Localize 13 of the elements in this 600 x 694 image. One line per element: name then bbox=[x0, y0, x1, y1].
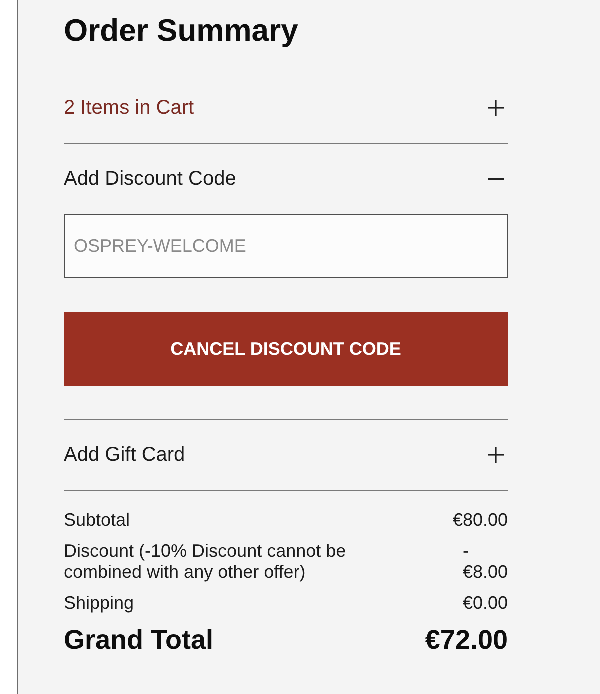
total-label: Discount (-10% Discount cannot be combined with any other offer) bbox=[64, 541, 348, 583]
section-toggle[interactable]: 2 Items in Cart bbox=[64, 73, 508, 143]
total-value: €80.00 bbox=[452, 510, 508, 531]
section-toggle[interactable]: Add Discount Code bbox=[64, 144, 508, 214]
grand-total-label: Grand Total bbox=[64, 624, 214, 656]
grand-total-value: €72.00 bbox=[425, 624, 508, 656]
section-toggle[interactable]: Add Gift Card bbox=[64, 420, 508, 490]
total-label: Subtotal bbox=[64, 510, 130, 531]
order-summary-title: Order Summary bbox=[64, 12, 298, 50]
total-label: Shipping bbox=[64, 593, 134, 614]
total-value: - €8.00 bbox=[462, 541, 508, 583]
total-value: €0.00 bbox=[462, 593, 508, 614]
cancel-discount-button[interactable]: CANCEL DISCOUNT CODE bbox=[64, 312, 508, 386]
